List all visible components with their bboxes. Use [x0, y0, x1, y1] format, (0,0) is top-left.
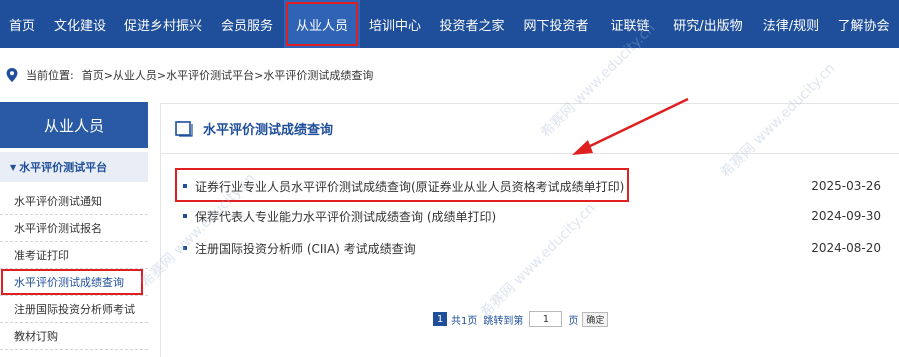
sidebar-item-test-signup[interactable]: 水平评价测试报名 — [0, 215, 148, 242]
nav-item-law[interactable]: 法律/规则 — [754, 0, 828, 48]
sidebar-section-label: 水平评价测试平台 — [19, 161, 108, 174]
list-item-title[interactable]: 证券行业专业人员水平评价测试成绩查询(原证券业从业人员资格考试成绩单打印) — [195, 178, 883, 195]
sidebar-title: 从业人员 — [0, 102, 148, 148]
nav-item-offline-investor[interactable]: 网下投资者 — [514, 0, 598, 48]
nav-item-rural[interactable]: 促进乡村振兴 — [116, 0, 210, 48]
sidebar-item-textbook-order[interactable]: 教材订购 — [0, 323, 148, 350]
breadcrumb: 当前位置: 首页>从业人员>水平评价测试平台>水平评价测试成绩查询 — [0, 60, 899, 90]
list-item-date: 2025-03-26 — [811, 179, 881, 193]
list-item-title[interactable]: 保荐代表人专业能力水平评价测试成绩查询 (成绩单打印) — [195, 208, 883, 225]
sidebar-item-score-query-label: 水平评价测试成绩查询 — [14, 276, 124, 289]
nav-item-practitioners[interactable]: 从业人员 — [284, 0, 360, 48]
page-current[interactable]: 1 — [433, 312, 447, 326]
window-icon — [175, 120, 193, 137]
sidebar-section[interactable]: ▼ 水平评价测试平台 — [0, 152, 148, 182]
location-pin-icon — [6, 68, 18, 82]
breadcrumb-prefix: 当前位置: — [26, 69, 74, 82]
sidebar: 从业人员 ▼ 水平评价测试平台 水平评价测试通知 水平评价测试报名 准考证打印 … — [0, 102, 148, 357]
bullet-icon — [183, 246, 187, 250]
nav-item-culture[interactable]: 文化建设 — [44, 0, 116, 48]
list-item[interactable]: 注册国际投资分析师 (CIIA) 考试成绩查询 2024-08-20 — [183, 238, 883, 258]
list-item-date: 2024-08-20 — [811, 241, 881, 255]
page-jump-label: 跳转到第 — [483, 315, 524, 327]
sidebar-item-score-query[interactable]: 水平评价测试成绩查询 — [0, 269, 148, 296]
breadcrumb-path[interactable]: 首页>从业人员>水平评价测试平台>水平评价测试成绩查询 — [82, 67, 374, 83]
nav-item-investor-home[interactable]: 投资者之家 — [430, 0, 514, 48]
nav-item-home[interactable]: 首页 — [0, 0, 44, 48]
page-total: 共1页 — [451, 315, 478, 327]
list-item[interactable]: 证券行业专业人员水平评价测试成绩查询(原证券业从业人员资格考试成绩单打印) 20… — [175, 168, 883, 202]
nav-item-about[interactable]: 了解协会 — [828, 0, 899, 48]
nav-item-chain[interactable]: 证联链 — [598, 0, 662, 48]
nav-item-member[interactable]: 会员服务 — [210, 0, 284, 48]
nav-item-practitioners-label: 从业人员 — [295, 18, 348, 34]
list-item-date: 2024-09-30 — [811, 209, 881, 223]
sidebar-item-admission-ticket[interactable]: 准考证打印 — [0, 242, 148, 269]
nav-item-research[interactable]: 研究/出版物 — [662, 0, 754, 48]
sidebar-item-ciia-exam[interactable]: 注册国际投资分析师考试 — [0, 296, 148, 323]
nav-item-training[interactable]: 培训中心 — [360, 0, 430, 48]
top-nav: 首页 文化建设 促进乡村振兴 会员服务 从业人员 培训中心 投资者之家 网下投资… — [0, 0, 899, 48]
bullet-icon — [183, 214, 187, 218]
page-jump-input[interactable] — [529, 311, 563, 327]
bullet-icon — [183, 184, 187, 188]
triangle-down-icon: ▼ — [10, 162, 17, 172]
pagination: 1 共1页 跳转到第 页 确定 — [433, 310, 609, 328]
confirm-button[interactable]: 确定 — [582, 311, 609, 327]
list-item-title[interactable]: 注册国际投资分析师 (CIIA) 考试成绩查询 — [195, 240, 883, 257]
panel-header: 水平评价测试成绩查询 — [161, 104, 899, 154]
panel-title: 水平评价测试成绩查询 — [203, 123, 334, 138]
list-item[interactable]: 保荐代表人专业能力水平评价测试成绩查询 (成绩单打印) 2024-09-30 — [183, 206, 883, 226]
page-unit: 页 — [568, 315, 579, 327]
sidebar-item-test-notice[interactable]: 水平评价测试通知 — [0, 188, 148, 215]
